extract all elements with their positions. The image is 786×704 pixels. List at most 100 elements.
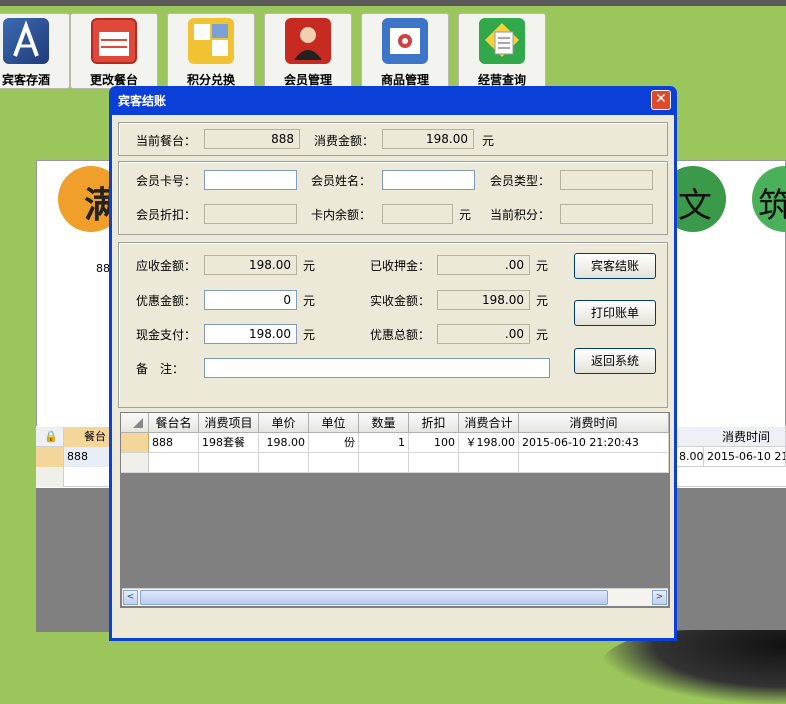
user-icon (285, 18, 331, 64)
toolbar-tile-points-exchange[interactable]: 积分兑换 (167, 13, 255, 89)
grid-cell: 888 (149, 433, 199, 453)
grid-header-cell: 消费时间 (704, 427, 786, 447)
unit-label: 元 (303, 259, 316, 273)
unit-label: 元 (303, 328, 316, 342)
grid-cell (259, 453, 309, 473)
deposit-label: 已收押金： (370, 259, 431, 273)
close-button[interactable]: ✕ (651, 90, 671, 110)
grid-cell: 198.00 (259, 433, 309, 453)
lock-icon: 🔒 (36, 427, 64, 447)
wine-storage-icon (3, 18, 49, 64)
toolbar-label: 宾客存酒 (1, 73, 50, 87)
grid-cell: 100 (409, 433, 459, 453)
toolbar-tile-business-query[interactable]: 经营查询 (458, 13, 546, 89)
toolbar-tile-member-management[interactable]: 会员管理 (264, 13, 352, 89)
column-header-unit[interactable]: 单位 (309, 413, 359, 433)
scroll-right-button[interactable]: > (652, 590, 667, 605)
unit-label: 元 (459, 208, 472, 222)
consumption-grid: 餐台名 消费项目 单价 单位 数量 折扣 消费合计 消费时间 888 198套餐… (120, 412, 670, 608)
toolbar-tile-wine-storage[interactable]: 宾客存酒 (0, 13, 70, 89)
dialog-title: 宾客结账 (118, 94, 167, 108)
toolbar-tile-change-table[interactable]: 更改餐台 (70, 13, 158, 89)
scroll-thumb[interactable] (140, 590, 608, 605)
receivable-field: 198.00 (204, 255, 297, 275)
remark-label: 备 注： (136, 362, 185, 376)
discount-amount-label: 优惠金额： (136, 294, 197, 308)
scroll-left-button[interactable]: < (123, 590, 138, 605)
actual-received-label: 实收金额： (370, 294, 431, 308)
card-no-label: 会员卡号： (136, 174, 197, 188)
column-header-quantity[interactable]: 数量 (359, 413, 409, 433)
discount-amount-input[interactable]: 0 (204, 290, 297, 310)
cash-payment-label: 现金支付： (136, 328, 197, 342)
cash-payment-input[interactable]: 198.00 (204, 324, 297, 344)
unit-label: 元 (536, 328, 549, 342)
decorative-shadow (600, 630, 786, 704)
row-header (121, 433, 149, 453)
actual-received-field: 198.00 (437, 290, 530, 310)
member-name-input[interactable] (382, 170, 475, 190)
card-no-input[interactable] (204, 170, 297, 190)
select-all-corner[interactable] (121, 413, 149, 433)
grid-cell: ￥198.00 (459, 433, 519, 453)
checkout-button[interactable]: 宾客结账 (574, 253, 656, 279)
column-header-time[interactable]: 消费时间 (519, 413, 669, 433)
grid-cell (199, 453, 259, 473)
toolbar-tile-product-management[interactable]: 商品管理 (361, 13, 449, 89)
unit-label: 元 (536, 294, 549, 308)
grid-cell: 1 (359, 433, 409, 453)
member-type-field (560, 170, 653, 190)
remark-input[interactable] (204, 358, 550, 378)
card-balance-field (382, 204, 453, 224)
column-header-table[interactable]: 餐台名 (149, 413, 199, 433)
column-header-price[interactable]: 单价 (259, 413, 309, 433)
grid-cell (149, 453, 199, 473)
checkout-dialog: 宾客结账 ✕ 当前餐台： 888 消费金额： 198.00 元 会员卡号： 会员… (109, 86, 677, 641)
total-discount-label: 优惠总额： (370, 328, 431, 342)
total-discount-field: .00 (437, 324, 530, 344)
current-table-label: 当前餐台： (136, 134, 197, 148)
row-header (36, 467, 64, 487)
dialog-body: 当前餐台： 888 消费金额： 198.00 元 会员卡号： 会员姓名： 会员类… (112, 115, 674, 638)
top-edge-bar (0, 0, 786, 6)
calendar-icon (91, 18, 137, 64)
table-info-group: 当前餐台： 888 消费金额： 198.00 元 (118, 122, 668, 156)
table-status-char: 筑 (758, 186, 786, 226)
grid-cell: 8.00 (676, 447, 704, 467)
unit-label: 元 (303, 294, 316, 308)
row-header (121, 453, 149, 473)
member-type-label: 会员类型： (490, 174, 551, 188)
unit-label: 元 (536, 259, 549, 273)
member-discount-field (204, 204, 297, 224)
card-balance-label: 卡内余额： (311, 208, 372, 222)
grid-cell: 份 (309, 433, 359, 453)
grid-cell: 198套餐 (199, 433, 259, 453)
payment-group: 应收金额： 198.00 元 已收押金： .00 元 优惠金额： 0 元 实收金… (118, 242, 668, 408)
grid-cell (459, 453, 519, 473)
table-row[interactable]: 888 198套餐 198.00 份 1 100 ￥198.00 2015-06… (121, 433, 669, 453)
grid-cell: 2015-06-10 21:20:43 (704, 447, 786, 467)
column-header-item[interactable]: 消费项目 (199, 413, 259, 433)
member-discount-label: 会员折扣： (136, 208, 197, 222)
report-icon (479, 18, 525, 64)
corner-triangle-icon (133, 418, 143, 428)
table-status-char: 文 (678, 186, 712, 226)
grid-cell (409, 453, 459, 473)
grid-cell: 2015-06-10 21:20:43 (519, 433, 669, 453)
current-table-field: 888 (204, 129, 300, 149)
notes-icon (188, 18, 234, 64)
table-row-empty[interactable] (121, 453, 669, 473)
picture-icon (382, 18, 428, 64)
amount-field: 198.00 (382, 129, 474, 149)
receivable-label: 应收金额： (136, 259, 197, 273)
row-header (36, 447, 64, 467)
back-to-system-button[interactable]: 返回系统 (574, 348, 656, 374)
grid-cell (309, 453, 359, 473)
member-name-label: 会员姓名： (311, 174, 372, 188)
horizontal-scrollbar[interactable]: < > (122, 588, 668, 606)
column-header-discount[interactable]: 折扣 (409, 413, 459, 433)
current-points-label: 当前积分： (490, 208, 551, 222)
column-header-total[interactable]: 消费合计 (459, 413, 519, 433)
print-bill-button[interactable]: 打印账单 (574, 300, 656, 326)
current-points-field (560, 204, 653, 224)
